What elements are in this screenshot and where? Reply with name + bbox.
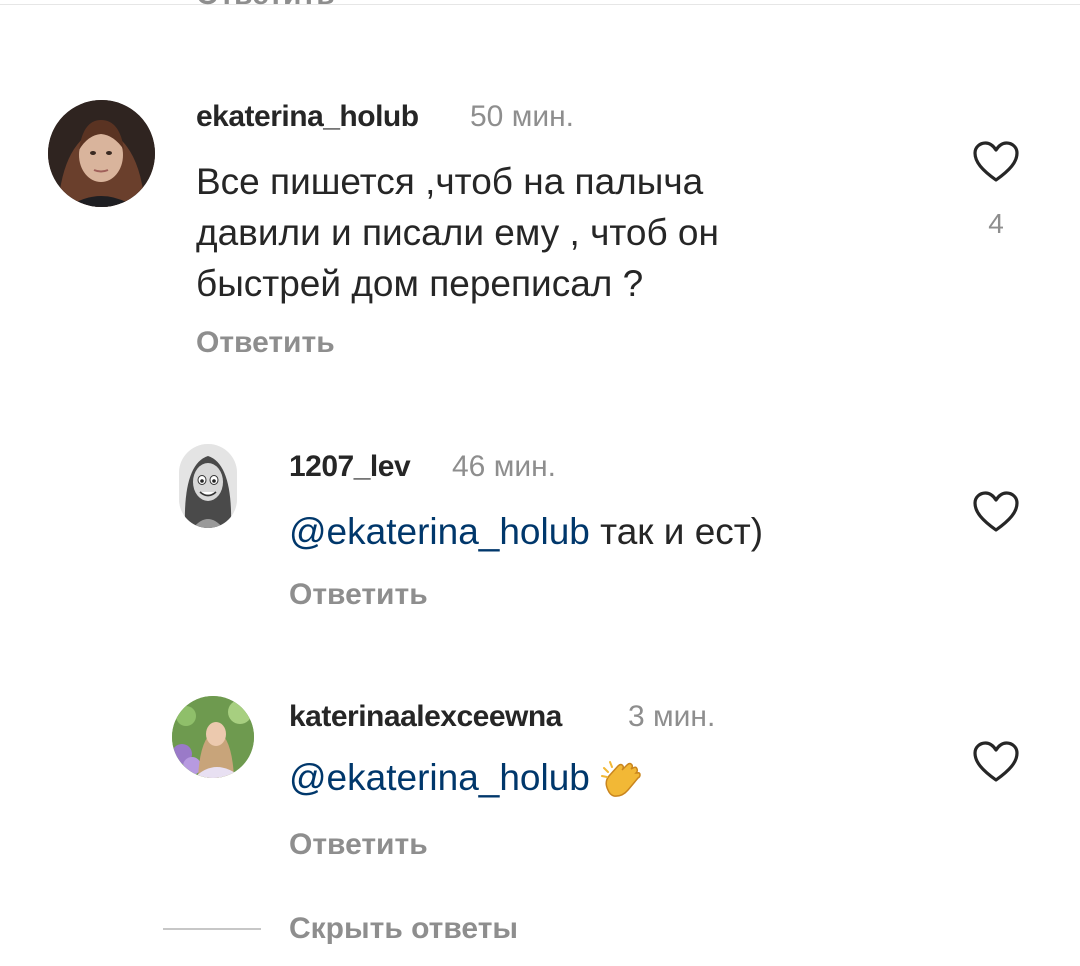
top-divider — [0, 0, 1080, 5]
reply-text: @ekaterina_holub — [289, 752, 644, 803]
comment-timestamp: 50 мин. — [470, 100, 574, 133]
avatar-photo — [172, 696, 254, 778]
avatar[interactable] — [48, 100, 155, 207]
mention-link[interactable]: @ekaterina_holub — [289, 757, 590, 798]
mention-link[interactable]: @ekaterina_holub — [289, 511, 590, 552]
comment-text-line: быстрей дом переписал ? — [196, 263, 644, 304]
avatar[interactable] — [179, 444, 237, 528]
heart-icon[interactable] — [972, 740, 1020, 784]
avatar[interactable] — [172, 696, 254, 778]
reply-text-body: так и ест) — [589, 511, 764, 552]
comment-text: Все пишется ,чтоб на палыча давили и пис… — [196, 156, 719, 309]
avatar-photo — [179, 444, 237, 528]
comment-text-line: Все пишется ,чтоб на палыча — [196, 161, 704, 202]
like-count[interactable]: 4 — [972, 208, 1020, 240]
comment-username[interactable]: ekaterina_holub — [196, 100, 419, 134]
reply-username[interactable]: 1207_lev — [289, 450, 411, 484]
heart-icon[interactable] — [972, 490, 1020, 534]
reply-timestamp: 3 мин. — [628, 700, 716, 733]
reply-button[interactable]: Ответить — [289, 578, 428, 612]
hide-replies-button[interactable]: Скрыть ответы — [289, 912, 518, 946]
clipped-reply-button[interactable]: Ответить — [196, 0, 335, 12]
reply-text: @ekaterina_holub так и ест) — [289, 506, 763, 557]
avatar-photo — [48, 100, 155, 207]
heart-icon[interactable] — [972, 140, 1020, 184]
comment-text-line: давили и писали ему , чтоб он — [196, 212, 719, 253]
reply-timestamp: 46 мин. — [452, 450, 556, 483]
reply-button[interactable]: Ответить — [196, 326, 335, 360]
reply-username[interactable]: katerinaalexceewna — [289, 700, 562, 734]
hide-replies-divider — [163, 928, 261, 930]
reply-button[interactable]: Ответить — [289, 828, 428, 862]
clapping-hands-emoji — [600, 761, 641, 798]
